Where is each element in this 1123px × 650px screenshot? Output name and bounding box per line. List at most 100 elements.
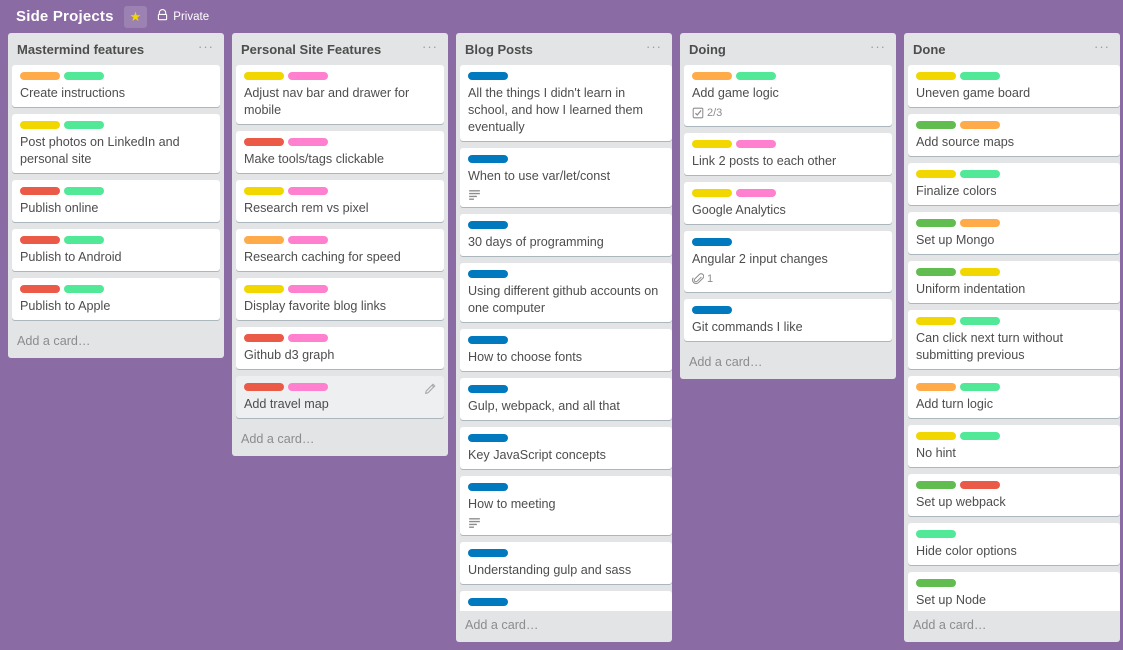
list-menu-icon[interactable]: ··· bbox=[868, 40, 888, 53]
label-blue[interactable] bbox=[468, 270, 508, 278]
card[interactable]: Publish to Apple bbox=[12, 278, 220, 320]
list-menu-icon[interactable]: ··· bbox=[196, 40, 216, 53]
label-lime[interactable] bbox=[64, 187, 104, 195]
label-blue[interactable] bbox=[692, 306, 732, 314]
card[interactable]: When to use var/let/const bbox=[460, 148, 672, 207]
label-blue[interactable] bbox=[468, 549, 508, 557]
add-card-button[interactable]: Add a card… bbox=[8, 327, 224, 358]
label-orange[interactable] bbox=[960, 219, 1000, 227]
list-title[interactable]: Personal Site Features bbox=[241, 42, 420, 58]
card[interactable]: All the things I didn't learn in school,… bbox=[460, 65, 672, 141]
label-yellow[interactable] bbox=[916, 72, 956, 80]
label-pink[interactable] bbox=[288, 334, 328, 342]
card[interactable]: Set up webpack bbox=[908, 474, 1120, 516]
card[interactable]: Create instructions bbox=[12, 65, 220, 107]
label-lime[interactable] bbox=[64, 285, 104, 293]
label-blue[interactable] bbox=[468, 483, 508, 491]
card[interactable]: Ion-content page overlays bbox=[460, 591, 672, 611]
label-yellow[interactable] bbox=[692, 189, 732, 197]
card[interactable]: How to meeting bbox=[460, 476, 672, 535]
label-blue[interactable] bbox=[468, 434, 508, 442]
card[interactable]: Set up Node bbox=[908, 572, 1120, 611]
label-green[interactable] bbox=[916, 268, 956, 276]
card[interactable]: Research rem vs pixel bbox=[236, 180, 444, 222]
card[interactable]: Add turn logic bbox=[908, 376, 1120, 418]
label-blue[interactable] bbox=[468, 72, 508, 80]
card[interactable]: Add game logic 2/3 bbox=[684, 65, 892, 126]
label-orange[interactable] bbox=[960, 121, 1000, 129]
card[interactable]: Key JavaScript concepts bbox=[460, 427, 672, 469]
card[interactable]: Display favorite blog links bbox=[236, 278, 444, 320]
label-pink[interactable] bbox=[288, 138, 328, 146]
label-blue[interactable] bbox=[692, 238, 732, 246]
card[interactable]: Git commands I like bbox=[684, 299, 892, 341]
label-blue[interactable] bbox=[468, 385, 508, 393]
card[interactable]: Link 2 posts to each other bbox=[684, 133, 892, 175]
card[interactable]: Hide color options bbox=[908, 523, 1120, 565]
label-yellow[interactable] bbox=[244, 72, 284, 80]
card[interactable]: Adjust nav bar and drawer for mobile bbox=[236, 65, 444, 124]
label-blue[interactable] bbox=[468, 598, 508, 606]
list-menu-icon[interactable]: ··· bbox=[420, 40, 440, 53]
label-lime[interactable] bbox=[960, 317, 1000, 325]
label-orange[interactable] bbox=[20, 72, 60, 80]
label-lime[interactable] bbox=[916, 530, 956, 538]
label-orange[interactable] bbox=[916, 383, 956, 391]
label-yellow[interactable] bbox=[960, 268, 1000, 276]
card[interactable]: Github d3 graph bbox=[236, 327, 444, 369]
label-pink[interactable] bbox=[736, 140, 776, 148]
card[interactable]: Publish to Android bbox=[12, 229, 220, 271]
list-title[interactable]: Blog Posts bbox=[465, 42, 644, 58]
add-card-button[interactable]: Add a card… bbox=[456, 611, 672, 642]
label-red[interactable] bbox=[960, 481, 1000, 489]
add-card-button[interactable]: Add a card… bbox=[904, 611, 1120, 642]
label-lime[interactable] bbox=[64, 121, 104, 129]
card-list[interactable]: All the things I didn't learn in school,… bbox=[456, 65, 672, 611]
label-yellow[interactable] bbox=[692, 140, 732, 148]
label-lime[interactable] bbox=[64, 72, 104, 80]
card[interactable]: Can click next turn without submitting p… bbox=[908, 310, 1120, 369]
label-yellow[interactable] bbox=[916, 432, 956, 440]
card[interactable]: Angular 2 input changes 1 bbox=[684, 231, 892, 292]
label-blue[interactable] bbox=[468, 221, 508, 229]
star-button[interactable]: ★ bbox=[123, 5, 148, 28]
card[interactable]: How to choose fonts bbox=[460, 329, 672, 371]
card[interactable]: Add source maps bbox=[908, 114, 1120, 156]
label-red[interactable] bbox=[244, 138, 284, 146]
card[interactable]: Uneven game board bbox=[908, 65, 1120, 107]
label-yellow[interactable] bbox=[244, 187, 284, 195]
label-blue[interactable] bbox=[468, 336, 508, 344]
card[interactable]: Research caching for speed bbox=[236, 229, 444, 271]
label-red[interactable] bbox=[20, 187, 60, 195]
label-green[interactable] bbox=[916, 219, 956, 227]
card[interactable]: Make tools/tags clickable bbox=[236, 131, 444, 173]
label-yellow[interactable] bbox=[916, 170, 956, 178]
label-blue[interactable] bbox=[468, 155, 508, 163]
label-pink[interactable] bbox=[288, 72, 328, 80]
card[interactable]: 30 days of programming bbox=[460, 214, 672, 256]
list-menu-icon[interactable]: ··· bbox=[1092, 40, 1112, 53]
card-list[interactable]: Uneven game board Add source maps Finalize… bbox=[904, 65, 1120, 611]
label-green[interactable] bbox=[916, 121, 956, 129]
card[interactable]: Understanding gulp and sass bbox=[460, 542, 672, 584]
label-red[interactable] bbox=[20, 236, 60, 244]
label-orange[interactable] bbox=[244, 236, 284, 244]
label-lime[interactable] bbox=[960, 170, 1000, 178]
label-lime[interactable] bbox=[960, 432, 1000, 440]
card[interactable]: No hint bbox=[908, 425, 1120, 467]
add-card-button[interactable]: Add a card… bbox=[680, 348, 896, 379]
label-lime[interactable] bbox=[64, 236, 104, 244]
label-lime[interactable] bbox=[736, 72, 776, 80]
list-title[interactable]: Doing bbox=[689, 42, 868, 58]
label-red[interactable] bbox=[244, 334, 284, 342]
card[interactable]: Add travel map bbox=[236, 376, 444, 418]
card[interactable]: Gulp, webpack, and all that bbox=[460, 378, 672, 420]
label-lime[interactable] bbox=[960, 383, 1000, 391]
label-green[interactable] bbox=[916, 579, 956, 587]
label-green[interactable] bbox=[916, 481, 956, 489]
label-pink[interactable] bbox=[736, 189, 776, 197]
card[interactable]: Google Analytics bbox=[684, 182, 892, 224]
label-pink[interactable] bbox=[288, 285, 328, 293]
pencil-icon[interactable] bbox=[423, 382, 437, 396]
card[interactable]: Finalize colors bbox=[908, 163, 1120, 205]
